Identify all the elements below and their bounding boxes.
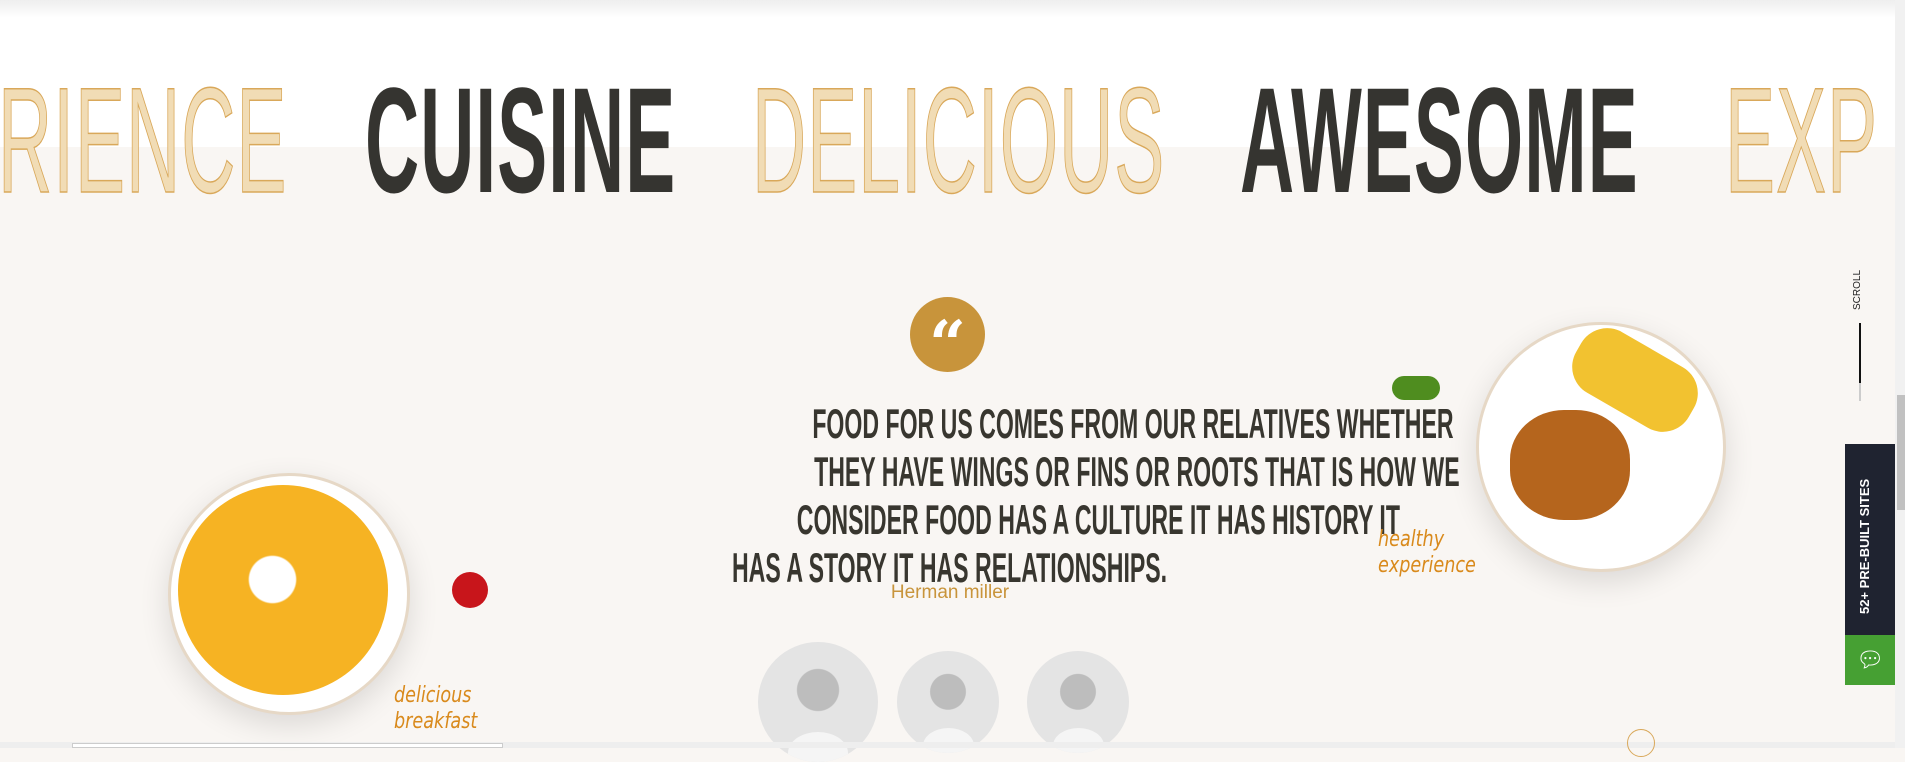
healthy-experience-label: healthy experience [1378,527,1476,578]
header-shadow [0,0,1895,18]
word-marquee: RIENCE CUISINE DELICIOUS AWESOME EXP [0,70,1895,210]
chili-image [452,572,488,608]
quote-line: FOOD FOR US COMES FROM OUR RELATIVES WHE… [812,400,1454,447]
chat-bubble-icon: 💬︎ [1856,647,1884,672]
marquee-word: DELICIOUS [752,70,1166,210]
chicken-image [1510,410,1630,520]
jalapeno-image [1392,376,1440,400]
vertical-scrollbar[interactable] [1895,0,1905,748]
prebuilt-sites-label: 52+ PRE-BUILT SITES [1857,478,1872,614]
marquee-word: RIENCE [0,70,288,210]
soup-image [178,485,388,695]
marquee-word: EXP [1725,70,1879,210]
avatar[interactable] [897,651,999,753]
horizontal-scrollbar-thumb[interactable] [72,743,503,748]
quote-line: THEY HAVE WINGS OR FINS OR ROOTS THAT IS… [814,448,1460,495]
delicious-breakfast-label: delicious breakfast [394,683,478,734]
scroll-indicator-line [1859,323,1861,383]
marquee-word: AWESOME [1240,70,1639,210]
quote-icon: “ [910,297,985,382]
marquee-word: CUISINE [365,70,677,210]
scroll-to-top-button[interactable] [1627,729,1655,757]
avatar[interactable] [1027,651,1129,753]
testimonial-author: Herman miller [890,582,1010,603]
testimonial-quote: FOOD FOR US COMES FROM OUR RELATIVES WHE… [550,400,1459,592]
prebuilt-sites-tab[interactable]: 52+ PRE-BUILT SITES [1845,444,1895,635]
scroll-indicator-label: SCROLL [1852,269,1863,310]
scroll-indicator-track [1859,383,1861,401]
chat-button[interactable]: 💬︎ [1845,635,1895,685]
quote-line: CONSIDER FOOD HAS A CULTURE IT HAS HISTO… [796,496,1400,543]
vertical-scrollbar-thumb[interactable] [1897,395,1905,510]
